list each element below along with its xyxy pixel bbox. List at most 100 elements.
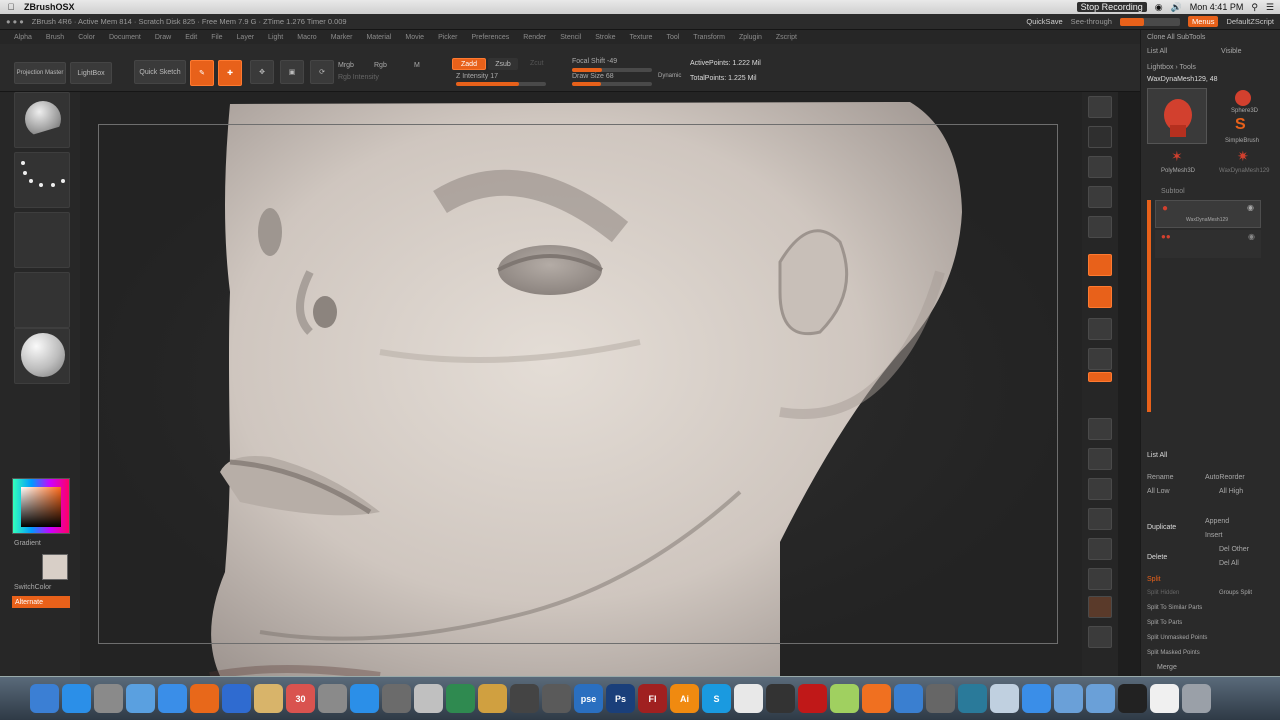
lightbox-button[interactable]: LightBox <box>70 62 112 84</box>
textedit-icon[interactable] <box>1150 684 1179 713</box>
insert-button[interactable]: Insert <box>1205 532 1223 539</box>
persp-button[interactable] <box>1088 254 1112 276</box>
folder2-icon[interactable] <box>1086 684 1115 713</box>
appstore-icon[interactable] <box>62 684 91 713</box>
quick-sketch-button[interactable]: Quick Sketch <box>134 60 186 84</box>
color-picker[interactable] <box>12 478 70 534</box>
guitar-icon[interactable] <box>478 684 507 713</box>
chrome-icon[interactable] <box>734 684 763 713</box>
current-tool-thumb[interactable] <box>1147 88 1207 144</box>
spix-button[interactable] <box>1088 126 1112 148</box>
appstore2-icon[interactable] <box>350 684 379 713</box>
visible-button[interactable]: Visible <box>1221 48 1242 55</box>
material-thumb[interactable] <box>14 328 70 384</box>
polymesh3d-tool[interactable]: ✶ PolyMesh3D <box>1147 148 1207 176</box>
gradient-label[interactable]: Gradient <box>14 540 41 547</box>
transp-button[interactable] <box>1088 568 1112 590</box>
search-icon[interactable]: ⚲ <box>1251 2 1258 13</box>
trash-icon[interactable] <box>1182 684 1211 713</box>
xyz-button[interactable] <box>1088 372 1112 382</box>
menu-marker[interactable]: Marker <box>331 34 353 41</box>
rotate-button[interactable]: ⟳ <box>310 60 334 84</box>
menu-color[interactable]: Color <box>78 34 95 41</box>
sphere3d-tool[interactable]: Sphere3D <box>1213 88 1273 116</box>
rgb-button[interactable]: Rgb <box>374 62 387 69</box>
acrobat-icon[interactable] <box>798 684 827 713</box>
del-all-button[interactable]: Del All <box>1219 560 1239 567</box>
flashpoint-icon[interactable] <box>382 684 411 713</box>
bpr-button[interactable] <box>1088 96 1112 118</box>
all-low-button[interactable]: All Low <box>1147 488 1170 495</box>
see-through-slider[interactable] <box>1119 17 1180 26</box>
frame-button[interactable] <box>1088 418 1112 440</box>
subtool-list-all-button[interactable]: List All <box>1147 452 1167 459</box>
menus-button[interactable]: Menus <box>1187 16 1219 27</box>
clone-all-subtools-button[interactable]: Clone All SubTools <box>1147 34 1205 41</box>
photoshop-icon[interactable]: Ps <box>606 684 635 713</box>
film-icon[interactable] <box>766 684 795 713</box>
compass-icon[interactable] <box>446 684 475 713</box>
tool-list-all-button[interactable]: List All <box>1147 48 1167 55</box>
texture-thumb[interactable] <box>14 272 70 328</box>
split-section-header[interactable]: Split <box>1147 576 1161 583</box>
edit-button[interactable]: ✎ <box>190 60 214 86</box>
apple-icon[interactable]:  <box>6 2 16 12</box>
menu-stencil[interactable]: Stencil <box>560 34 581 41</box>
subtool-scrollbar[interactable] <box>1147 200 1151 412</box>
projection-master-button[interactable]: Projection Master <box>14 62 66 84</box>
zsub-button[interactable]: Zsub <box>488 58 518 70</box>
menu-edit[interactable]: Edit <box>185 34 197 41</box>
menu-alpha[interactable]: Alpha <box>14 34 32 41</box>
simplebrush-tool[interactable]: S SimpleBrush <box>1213 116 1273 146</box>
preview-icon[interactable] <box>126 684 155 713</box>
focal-shift-slider[interactable] <box>572 68 652 72</box>
menu-layer[interactable]: Layer <box>237 34 255 41</box>
alpha-thumb[interactable] <box>14 212 70 268</box>
del-other-button[interactable]: Del Other <box>1219 546 1249 553</box>
menu-zplugin[interactable]: Zplugin <box>739 34 762 41</box>
actual-button[interactable] <box>1088 216 1112 238</box>
music-icon[interactable] <box>1118 684 1147 713</box>
menu-movie[interactable]: Movie <box>405 34 424 41</box>
menu-render[interactable]: Render <box>523 34 546 41</box>
default-zscript-button[interactable]: DefaultZScript <box>1226 17 1274 26</box>
vpn-icon[interactable] <box>894 684 923 713</box>
lsym-button[interactable] <box>1088 348 1112 370</box>
rename-button[interactable]: Rename <box>1147 474 1173 481</box>
window-controls[interactable]: ● ● ● <box>6 17 24 26</box>
rotate-view-button[interactable] <box>1088 508 1112 530</box>
mrgb-button[interactable]: Mrgb <box>338 62 354 69</box>
menu-list-icon[interactable]: ☰ <box>1266 2 1274 13</box>
menu-stroke[interactable]: Stroke <box>595 34 615 41</box>
solo-button[interactable] <box>1088 596 1112 618</box>
skype-icon[interactable]: S <box>702 684 731 713</box>
append-button[interactable]: Append <box>1205 518 1229 525</box>
menu-brush[interactable]: Brush <box>46 34 64 41</box>
delete-button[interactable]: Delete <box>1147 554 1167 561</box>
chrome-alt-icon[interactable] <box>510 684 539 713</box>
quicksave-button[interactable]: QuickSave <box>1026 17 1062 26</box>
local-button[interactable] <box>1088 318 1112 340</box>
alternate-button[interactable]: Alternate <box>12 596 70 608</box>
browser-icon[interactable] <box>1022 684 1051 713</box>
floor-button[interactable] <box>1088 286 1112 308</box>
split-parts-button[interactable]: Split To Parts <box>1147 620 1182 626</box>
m-button[interactable]: M <box>414 62 420 69</box>
soundcloud-icon[interactable] <box>862 684 891 713</box>
split-unmasked-button[interactable]: Split Unmasked Points <box>1147 635 1207 641</box>
subtool-item-2[interactable]: ●● ◉ <box>1155 230 1261 258</box>
secondary-color-swatch[interactable] <box>42 554 68 580</box>
lightbox-tools-button[interactable]: Lightbox › Tools <box>1147 64 1196 71</box>
waxdynamesh-tool[interactable]: ✷ WaxDynaMesh129 <box>1213 148 1273 176</box>
zcut-button[interactable]: Zcut <box>530 60 544 67</box>
move-view-button[interactable] <box>1088 448 1112 470</box>
notes-icon[interactable] <box>254 684 283 713</box>
document-canvas[interactable] <box>80 92 1082 676</box>
safari-icon[interactable] <box>158 684 187 713</box>
menu-light[interactable]: Light <box>268 34 283 41</box>
pse-icon[interactable]: pse <box>574 684 603 713</box>
blender-icon[interactable] <box>958 684 987 713</box>
subtool-item-1[interactable]: ● WaxDynaMesh129 ◉ <box>1155 200 1261 228</box>
utility-icon[interactable] <box>542 684 571 713</box>
scale-button[interactable]: ▣ <box>280 60 304 84</box>
